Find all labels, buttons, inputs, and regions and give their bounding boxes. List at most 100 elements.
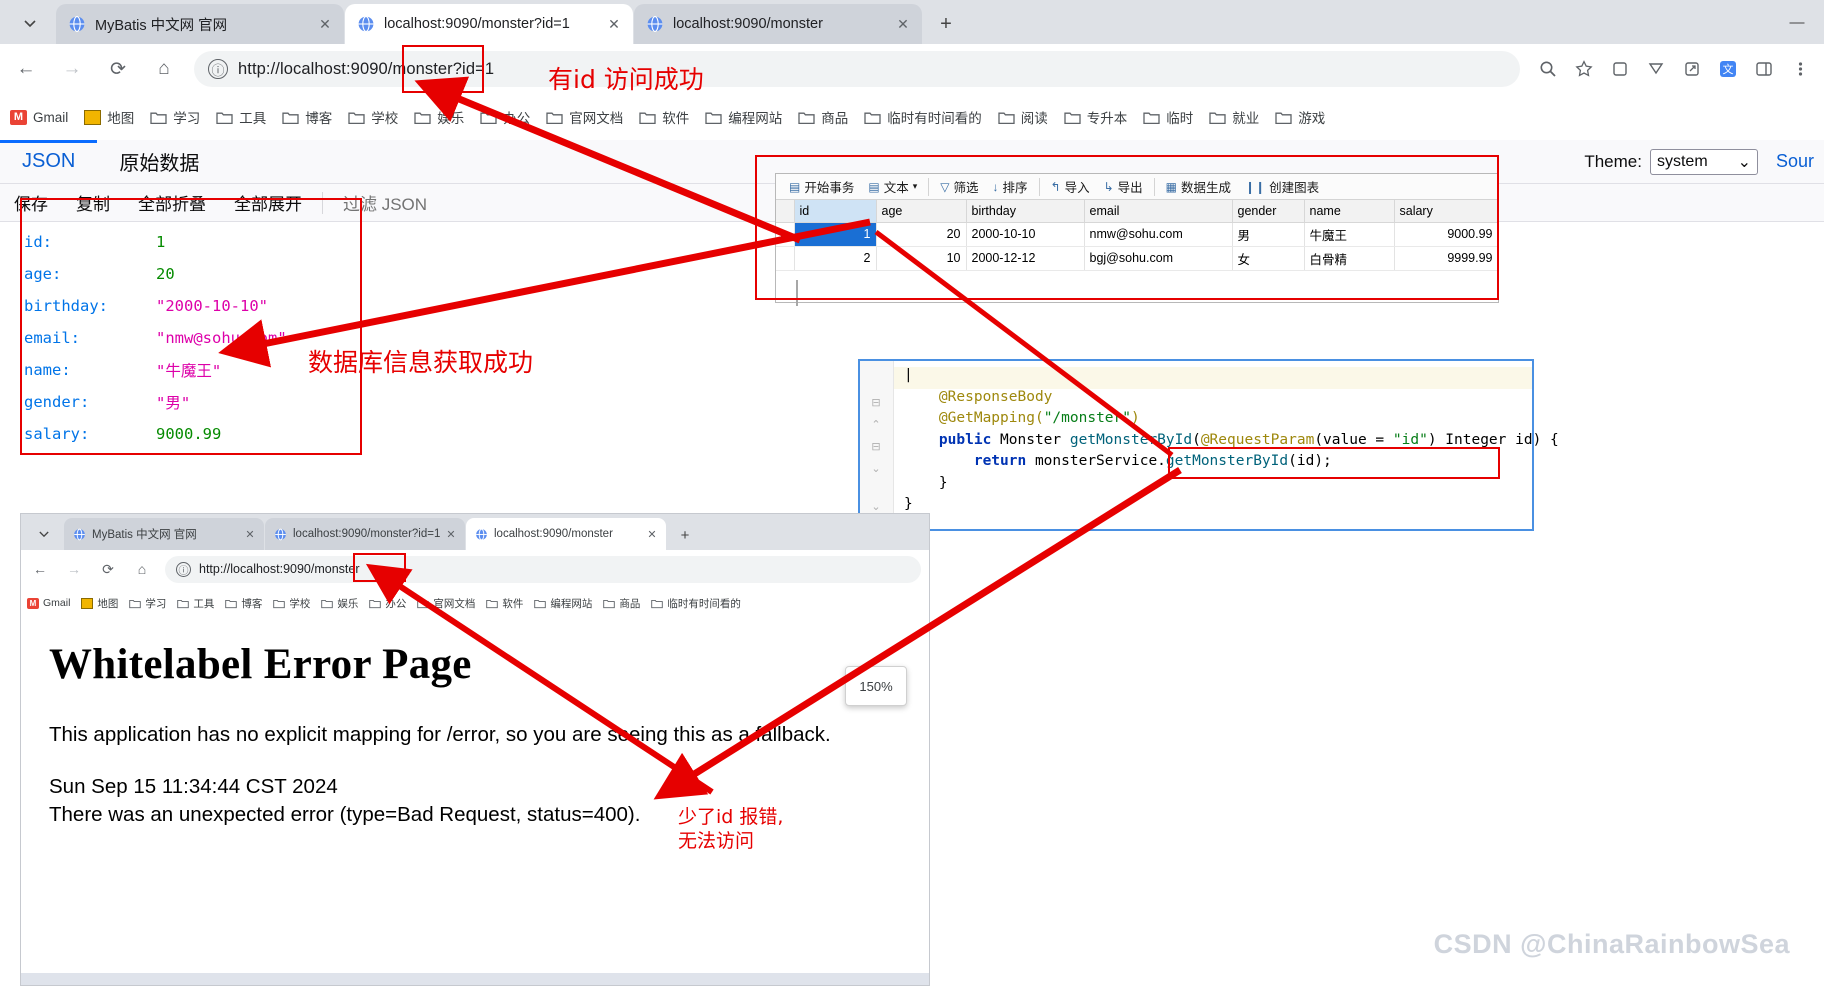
db-cell[interactable]: 2000-10-10: [966, 222, 1084, 246]
copy-button[interactable]: 复制: [62, 190, 124, 215]
db-column-salary[interactable]: salary: [1394, 200, 1498, 222]
share-icon[interactable]: [1638, 51, 1674, 87]
browser-tab-2[interactable]: localhost:9090/monster ✕: [634, 4, 922, 44]
bookmark-9[interactable]: 软件: [639, 107, 689, 127]
db-cell[interactable]: 白骨精: [1304, 246, 1394, 270]
db-cell[interactable]: 2000-12-12: [966, 246, 1084, 270]
bookmark-13[interactable]: 阅读: [998, 107, 1048, 127]
bookmark-16[interactable]: 就业: [1209, 107, 1259, 127]
db-table-row[interactable]: ▶1202000-10-10nmw@sohu.com男牛魔王9000.99: [776, 222, 1498, 246]
close-icon[interactable]: ✕: [892, 13, 914, 35]
reload-button[interactable]: ⟳: [93, 554, 123, 584]
source-link[interactable]: Sour: [1776, 151, 1814, 172]
home-button[interactable]: ⌂: [144, 49, 184, 89]
bookmark-3[interactable]: 工具: [216, 107, 266, 127]
minimize-icon[interactable]: —: [1774, 14, 1820, 31]
browser-tab-0[interactable]: MyBatis 中文网 官网 ✕: [56, 4, 344, 44]
bookmark-1[interactable]: 地图: [84, 107, 134, 127]
bookmark-7[interactable]: 办公: [369, 596, 406, 611]
db-toolbar-text[interactable]: ▤文本▾: [861, 175, 924, 199]
browser-tab-0[interactable]: MyBatis 中文网 官网 ✕: [64, 518, 264, 550]
close-icon[interactable]: ✕: [443, 528, 459, 541]
db-column-age[interactable]: age: [876, 200, 966, 222]
db-cell[interactable]: 9999.99: [1394, 246, 1498, 270]
forward-button[interactable]: →: [52, 49, 92, 89]
db-toolbar-import[interactable]: ↰导入: [1044, 175, 1097, 199]
browser-tab-1[interactable]: localhost:9090/monster?id=1 ✕: [345, 4, 633, 44]
bookmark-0[interactable]: MGmail: [10, 110, 68, 125]
address-bar[interactable]: ⓘ http://localhost:9090/monster?id=1: [194, 51, 1520, 87]
bookmark-11[interactable]: 商品: [798, 107, 848, 127]
collapse-all-button[interactable]: 全部折叠: [124, 190, 220, 215]
fold-icon[interactable]: ⌄: [869, 501, 883, 513]
menu-icon[interactable]: [1782, 51, 1818, 87]
open-external-icon[interactable]: [1674, 51, 1710, 87]
zoom-icon[interactable]: [1530, 51, 1566, 87]
translate-icon[interactable]: 文: [1710, 51, 1746, 87]
db-cell[interactable]: bgj@sohu.com: [1084, 246, 1232, 270]
db-column-gender[interactable]: gender: [1232, 200, 1304, 222]
tab-json[interactable]: JSON: [0, 140, 97, 184]
extensions-icon[interactable]: [1602, 51, 1638, 87]
expand-all-button[interactable]: 全部展开: [220, 190, 316, 215]
bookmark-4[interactable]: 博客: [282, 107, 332, 127]
home-button[interactable]: ⌂: [127, 554, 157, 584]
bookmark-2[interactable]: 学习: [129, 596, 166, 611]
code-editor-panel[interactable]: ⊟ ⌃ ⊟ ⌄ ⌄ @ResponseBody @GetMapping("/mo…: [858, 359, 1534, 531]
chevron-down-icon[interactable]: ▾: [913, 181, 918, 192]
bookmark-17[interactable]: 游戏: [1275, 107, 1325, 127]
bookmark-9[interactable]: 软件: [486, 596, 523, 611]
close-icon[interactable]: ✕: [603, 13, 625, 35]
db-toolbar-sort[interactable]: ↓排序: [986, 175, 1035, 199]
bookmark-6[interactable]: 娱乐: [321, 596, 358, 611]
bookmark-8[interactable]: 官网文档: [546, 107, 623, 127]
tab-search-button[interactable]: [24, 520, 64, 548]
db-cell[interactable]: 女: [1232, 246, 1304, 270]
bookmark-3[interactable]: 工具: [177, 596, 214, 611]
close-icon[interactable]: ✕: [314, 13, 336, 35]
db-column-email[interactable]: email: [1084, 200, 1232, 222]
db-column-id[interactable]: id: [794, 200, 876, 222]
code-lines[interactable]: @ResponseBody @GetMapping("/monster") pu…: [894, 361, 1532, 529]
tab-search-button[interactable]: [4, 6, 56, 42]
bookmark-8[interactable]: 官网文档: [417, 596, 475, 611]
fold-icon[interactable]: ⌄: [869, 463, 883, 475]
close-icon[interactable]: ✕: [242, 528, 258, 541]
db-toolbar-data-generate[interactable]: ▦数据生成: [1159, 175, 1238, 199]
fold-icon[interactable]: ⌃: [869, 419, 883, 431]
bookmark-4[interactable]: 博客: [225, 596, 262, 611]
db-cell[interactable]: 10: [876, 246, 966, 270]
fold-icon[interactable]: ⊟: [869, 397, 883, 409]
back-button[interactable]: ←: [25, 554, 55, 584]
db-toolbar-chart[interactable]: ❙❙创建图表: [1238, 175, 1326, 199]
bookmark-11[interactable]: 商品: [603, 596, 640, 611]
fold-icon[interactable]: ⊟: [869, 441, 883, 453]
db-table-row[interactable]: 2102000-12-12bgj@sohu.com女白骨精9999.99: [776, 246, 1498, 270]
db-column-name[interactable]: name: [1304, 200, 1394, 222]
bookmark-12[interactable]: 临时有时间看的: [651, 596, 741, 611]
bookmark-12[interactable]: 临时有时间看的: [864, 107, 982, 127]
db-toolbar-transaction[interactable]: ▤开始事务: [782, 175, 861, 199]
bookmark-1[interactable]: 地图: [81, 596, 118, 611]
bookmark-14[interactable]: 专升本: [1064, 107, 1128, 127]
address-bar[interactable]: ⓘ http://localhost:9090/monster: [165, 556, 921, 583]
tab-raw-data[interactable]: 原始数据: [97, 140, 221, 184]
zoom-badge[interactable]: 150%: [845, 666, 907, 706]
bookmark-0[interactable]: MGmail: [27, 597, 70, 609]
site-info-icon[interactable]: ⓘ: [208, 59, 228, 79]
bookmark-5[interactable]: 学校: [348, 107, 398, 127]
theme-select[interactable]: system ⌄: [1650, 149, 1758, 175]
browser-tab-1[interactable]: localhost:9090/monster?id=1 ✕: [265, 518, 465, 550]
forward-button[interactable]: →: [59, 554, 89, 584]
db-cell[interactable]: 9000.99: [1394, 222, 1498, 246]
db-cell[interactable]: 男: [1232, 222, 1304, 246]
bookmark-10[interactable]: 编程网站: [705, 107, 782, 127]
db-cell[interactable]: 1: [794, 222, 876, 246]
bookmark-15[interactable]: 临时: [1143, 107, 1193, 127]
bookmark-2[interactable]: 学习: [150, 107, 200, 127]
sidepanel-icon[interactable]: [1746, 51, 1782, 87]
close-icon[interactable]: ✕: [644, 528, 660, 541]
db-cell[interactable]: 牛魔王: [1304, 222, 1394, 246]
db-cell[interactable]: 2: [794, 246, 876, 270]
save-button[interactable]: 保存: [0, 190, 62, 215]
